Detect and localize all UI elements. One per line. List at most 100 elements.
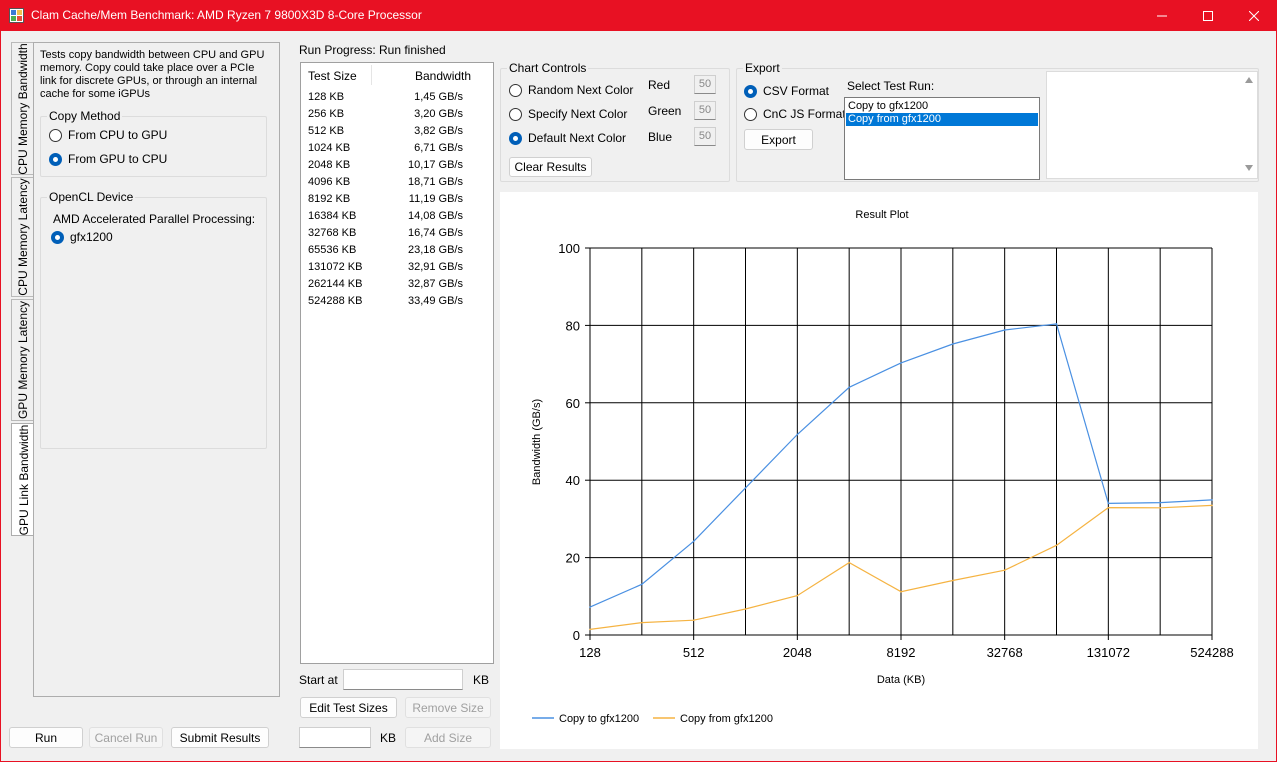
radio-gpu-to-cpu[interactable]: From GPU to CPU — [49, 152, 167, 166]
result-bandwidth: 11,19 GB/s — [408, 193, 463, 205]
maximize-button[interactable] — [1185, 0, 1231, 31]
test-run-listbox[interactable]: Copy to gfx1200 Copy from gfx1200 — [844, 97, 1040, 180]
result-test-size: 65536 KB — [308, 244, 357, 256]
radio-csv-format[interactable]: CSV Format — [744, 84, 829, 98]
data-point — [692, 540, 695, 543]
column-header-bandwidth[interactable]: Bandwidth — [415, 69, 471, 83]
result-row[interactable]: 1024 KB 6,71 GB/s — [301, 140, 493, 157]
results-header: Test Size Bandwidth — [301, 63, 493, 87]
radio-random-next-color[interactable]: Random Next Color — [509, 83, 633, 97]
y-tick-label: 20 — [566, 551, 580, 566]
result-row[interactable]: 8192 KB 11,19 GB/s — [301, 191, 493, 208]
radio-indicator — [509, 131, 522, 145]
result-bandwidth: 16,74 GB/s — [407, 227, 463, 239]
vertical-scrollbar[interactable] — [1241, 72, 1257, 178]
test-description: Tests copy bandwidth between CPU and GPU… — [40, 49, 265, 100]
run-button[interactable]: Run — [9, 727, 83, 748]
data-point — [744, 608, 747, 610]
result-row[interactable]: 16384 KB 14,08 GB/s — [301, 208, 493, 225]
column-header-test-size[interactable]: Test Size — [308, 69, 357, 83]
result-bandwidth: 33,49 GB/s — [407, 295, 463, 307]
data-point — [796, 433, 799, 436]
test-run-item-selected[interactable]: Copy from gfx1200 — [846, 113, 1038, 126]
result-bandwidth: 18,71 GB/s — [407, 176, 463, 188]
start-at-label: Start at — [299, 673, 338, 687]
radio-indicator — [509, 83, 522, 97]
data-point — [848, 386, 850, 389]
data-point — [692, 619, 695, 622]
blue-input[interactable]: 50 — [694, 127, 716, 146]
result-test-size: 128 KB — [308, 91, 345, 103]
result-row[interactable]: 524288 KB 33,49 GB/s — [301, 293, 493, 310]
maximize-icon — [1203, 10, 1213, 21]
edit-test-sizes-button[interactable]: Edit Test Sizes — [300, 697, 397, 718]
tab-cpu-memory-latency[interactable]: CPU Memory Latency — [11, 177, 33, 297]
result-row[interactable]: 4096 KB 18,71 GB/s — [301, 174, 493, 191]
result-row[interactable]: 131072 KB 32,91 GB/s — [301, 259, 493, 276]
result-row[interactable]: 65536 KB 23,18 GB/s — [301, 242, 493, 259]
x-tick-label: 131072 — [1087, 645, 1130, 660]
radio-indicator — [51, 230, 64, 244]
start-size-input[interactable] — [343, 669, 463, 690]
green-label: Green — [648, 104, 682, 118]
export-output-textarea[interactable] — [1046, 71, 1258, 179]
add-size-button[interactable]: Add Size — [405, 727, 491, 748]
minimize-icon — [1157, 15, 1167, 16]
result-test-size: 1024 KB — [308, 142, 351, 154]
data-point — [1211, 504, 1213, 507]
start-unit-label: KB — [473, 673, 490, 687]
scroll-up-icon[interactable] — [1245, 77, 1253, 83]
data-point — [589, 606, 591, 608]
radio-cpu-to-gpu[interactable]: From CPU to GPU — [49, 128, 167, 142]
copy-method-label: Copy Method — [47, 109, 123, 123]
result-row[interactable]: 256 KB 3,20 GB/s — [301, 106, 493, 123]
radio-cnc-js-format[interactable]: CnC JS Format — [744, 107, 846, 121]
data-point — [1055, 323, 1058, 325]
scroll-down-icon[interactable] — [1245, 165, 1253, 171]
tab-page-gpu-link-bandwidth: Tests copy bandwidth between CPU and GPU… — [33, 42, 280, 697]
result-row[interactable]: 128 KB 1,45 GB/s — [301, 89, 493, 106]
clear-results-button[interactable]: Clear Results — [509, 157, 592, 177]
radio-default-next-color[interactable]: Default Next Color — [509, 131, 626, 145]
result-row[interactable]: 262144 KB 32,87 GB/s — [301, 276, 493, 293]
export-button[interactable]: Export — [744, 129, 813, 150]
tab-gpu-link-bandwidth[interactable]: GPU Link Bandwidth — [11, 423, 35, 536]
minimize-button[interactable] — [1139, 0, 1185, 31]
result-row[interactable]: 2048 KB 10,17 GB/s — [301, 157, 493, 174]
red-label: Red — [648, 78, 671, 92]
remove-size-button[interactable]: Remove Size — [405, 697, 491, 718]
y-tick-label: 80 — [566, 318, 580, 333]
select-test-run-label: Select Test Run: — [847, 79, 935, 93]
radio-label: Random Next Color — [528, 83, 634, 97]
submit-results-button[interactable]: Submit Results — [171, 727, 269, 748]
add-size-input[interactable] — [299, 727, 371, 748]
y-axis-label: Bandwidth (GB/s) — [531, 399, 543, 485]
data-point — [1107, 506, 1110, 509]
x-tick-label: 128 — [579, 645, 601, 660]
result-bandwidth: 6,71 GB/s — [414, 142, 463, 154]
x-axis-label: Data (KB) — [877, 674, 925, 686]
results-list[interactable]: Test Size Bandwidth 128 KB 1,45 GB/s 256 K… — [300, 62, 494, 664]
result-test-size: 131072 KB — [308, 261, 363, 273]
x-tick-label: 524288 — [1190, 645, 1233, 660]
result-test-size: 262144 KB — [308, 278, 363, 290]
result-test-size: 524288 KB — [308, 295, 363, 307]
y-tick-label: 40 — [566, 473, 580, 488]
export-label: Export — [743, 61, 782, 75]
tab-label: CPU Memory Latency — [15, 178, 30, 296]
green-input[interactable]: 50 — [694, 101, 716, 120]
cancel-run-button[interactable]: Cancel Run — [89, 727, 163, 748]
chart-title: Result Plot — [855, 209, 908, 221]
test-run-item[interactable]: Copy to gfx1200 — [846, 100, 1038, 113]
tab-gpu-memory-latency[interactable]: GPU Memory Latency — [11, 299, 33, 421]
radio-specify-next-color[interactable]: Specify Next Color — [509, 107, 627, 121]
result-row[interactable]: 512 KB 3,82 GB/s — [301, 123, 493, 140]
radio-label: CSV Format — [763, 84, 830, 98]
tab-cpu-memory-bandwidth[interactable]: CPU Memory Bandwidth — [11, 42, 33, 175]
x-tick-label: 8192 — [887, 645, 916, 660]
close-button[interactable] — [1231, 0, 1277, 31]
radio-device-gfx1200[interactable]: gfx1200 — [51, 230, 113, 244]
run-progress-value: Run finished — [379, 43, 446, 57]
red-input[interactable]: 50 — [694, 75, 716, 94]
result-row[interactable]: 32768 KB 16,74 GB/s — [301, 225, 493, 242]
